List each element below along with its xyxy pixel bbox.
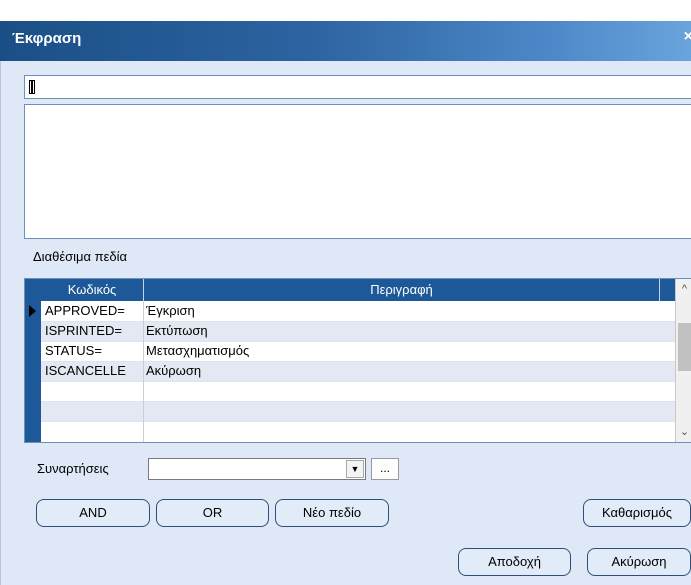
window-title: Έκφραση <box>12 30 82 47</box>
cancel-button[interactable]: Ακύρωση <box>587 548 691 576</box>
cell-code: ISCANCELLE <box>45 363 126 378</box>
available-fields-label: Διαθέσιμα πεδία <box>33 249 128 264</box>
title-bar[interactable]: Έκφραση × <box>0 21 691 61</box>
browse-functions-button[interactable]: ... <box>371 458 399 480</box>
cell-description: Εκτύπωση <box>146 323 208 338</box>
table-row-empty <box>41 421 675 441</box>
and-button[interactable]: AND <box>36 499 150 527</box>
column-header-code[interactable]: Κωδικός <box>41 279 144 301</box>
chevron-down-icon[interactable]: ▼ <box>346 460 364 478</box>
background-strip <box>0 0 691 21</box>
current-row-pointer-icon <box>29 305 36 317</box>
text-cursor-icon <box>29 80 35 94</box>
header-filler <box>659 279 676 301</box>
cell-description: Έγκριση <box>146 303 195 318</box>
column-divider <box>143 301 144 442</box>
row-indicator-column <box>25 279 41 442</box>
grid-vertical-scrollbar[interactable]: ^ ⌄ <box>675 279 691 442</box>
accept-button[interactable]: Αποδοχή <box>458 548 571 576</box>
expression-memo[interactable] <box>24 104 691 239</box>
row-divider <box>41 381 675 382</box>
clear-button[interactable]: Καθαρισμός <box>583 499 691 527</box>
expression-input[interactable] <box>24 75 691 99</box>
cell-description: Ακύρωση <box>146 363 202 378</box>
or-button[interactable]: OR <box>156 499 269 527</box>
cell-code: APPROVED= <box>45 303 125 318</box>
column-header-description[interactable]: Περιγραφή <box>144 279 659 301</box>
cell-description: Μετασχηματισμός <box>146 343 250 358</box>
cell-code: STATUS= <box>45 343 102 358</box>
new-field-button[interactable]: Νέο πεδίο <box>275 499 389 527</box>
scroll-thumb[interactable] <box>678 323 691 371</box>
fields-grid[interactable]: Κωδικός Περιγραφή APPROVED= Έγκριση ISPR… <box>24 278 691 443</box>
close-icon[interactable]: × <box>684 28 691 46</box>
row-divider <box>41 421 675 422</box>
functions-label: Συναρτήσεις <box>37 461 109 476</box>
table-row-empty <box>41 401 675 421</box>
cell-code: ISPRINTED= <box>45 323 122 338</box>
row-divider <box>41 401 675 402</box>
scroll-up-icon[interactable]: ^ <box>676 281 691 298</box>
scroll-down-icon[interactable]: ⌄ <box>676 424 691 441</box>
functions-select[interactable]: ▼ <box>148 458 366 480</box>
table-row-empty <box>41 381 675 401</box>
